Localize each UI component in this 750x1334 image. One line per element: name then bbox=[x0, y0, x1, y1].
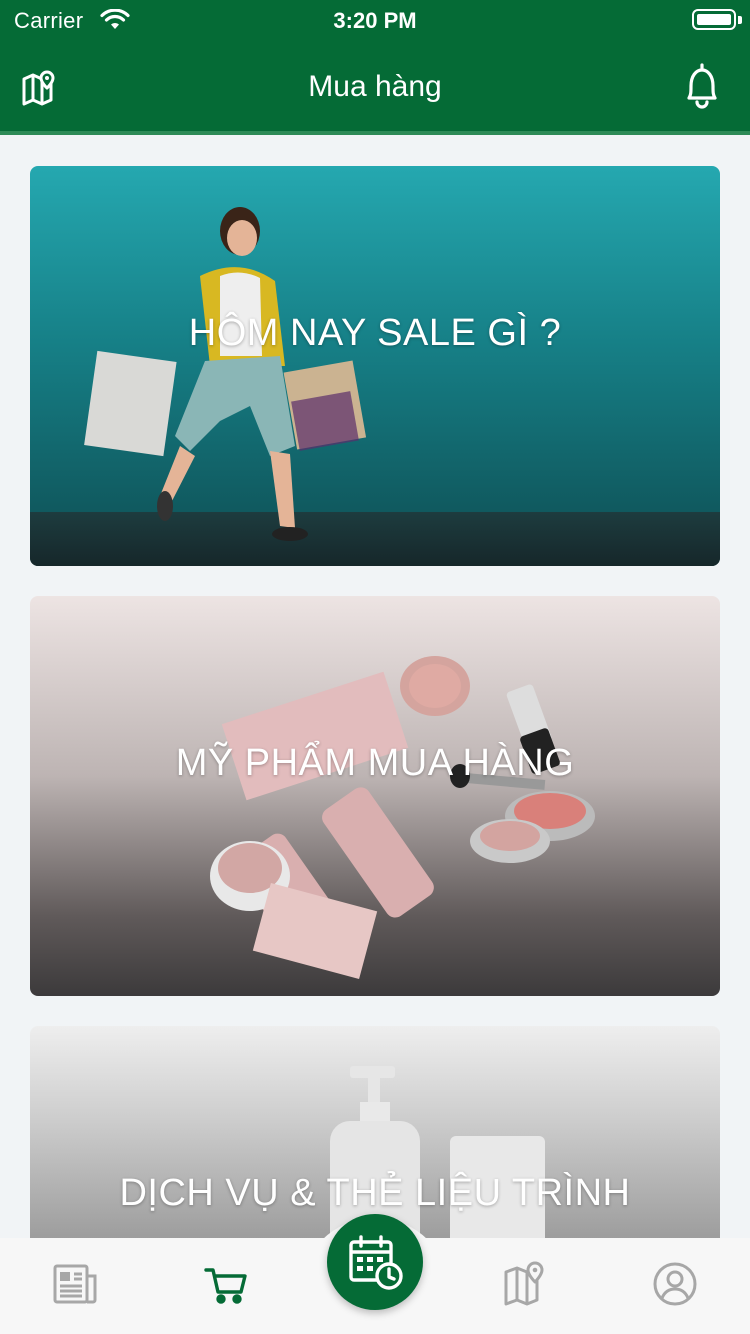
calendar-clock-icon bbox=[349, 1235, 403, 1290]
cart-icon[interactable] bbox=[203, 1260, 251, 1308]
battery-icon bbox=[692, 9, 736, 30]
battery-tip bbox=[738, 16, 742, 24]
services-card[interactable]: DỊCH VỤ & THẺ LIỆU TRÌNH bbox=[30, 1026, 720, 1246]
bell-icon[interactable] bbox=[680, 62, 724, 110]
page-title: Mua hàng bbox=[308, 70, 442, 103]
card-label-services: DỊCH VỤ & THẺ LIỆU TRÌNH bbox=[119, 1172, 631, 1214]
skincare-bottles-illustration bbox=[330, 1066, 545, 1246]
status-time: 3:20 PM bbox=[333, 8, 417, 33]
card-label-sale: HÔM NAY SALE GÌ ? bbox=[188, 312, 562, 354]
header-divider bbox=[0, 131, 750, 135]
cosmetics-illustration bbox=[210, 656, 595, 980]
booking-button[interactable] bbox=[327, 1214, 423, 1310]
user-icon[interactable] bbox=[651, 1260, 699, 1308]
cosmetics-card[interactable]: MỸ PHẨM MUA HÀNG bbox=[30, 596, 720, 996]
status-bar: Carrier 3:20 PM bbox=[0, 0, 750, 40]
sale-today-card[interactable]: HÔM NAY SALE GÌ ? bbox=[30, 166, 720, 566]
card-label-cosmetics: MỸ PHẨM MUA HÀNG bbox=[175, 742, 575, 784]
shopping-woman-illustration bbox=[84, 207, 367, 541]
newspaper-icon[interactable] bbox=[51, 1260, 99, 1308]
map-pin-icon[interactable] bbox=[501, 1260, 549, 1308]
